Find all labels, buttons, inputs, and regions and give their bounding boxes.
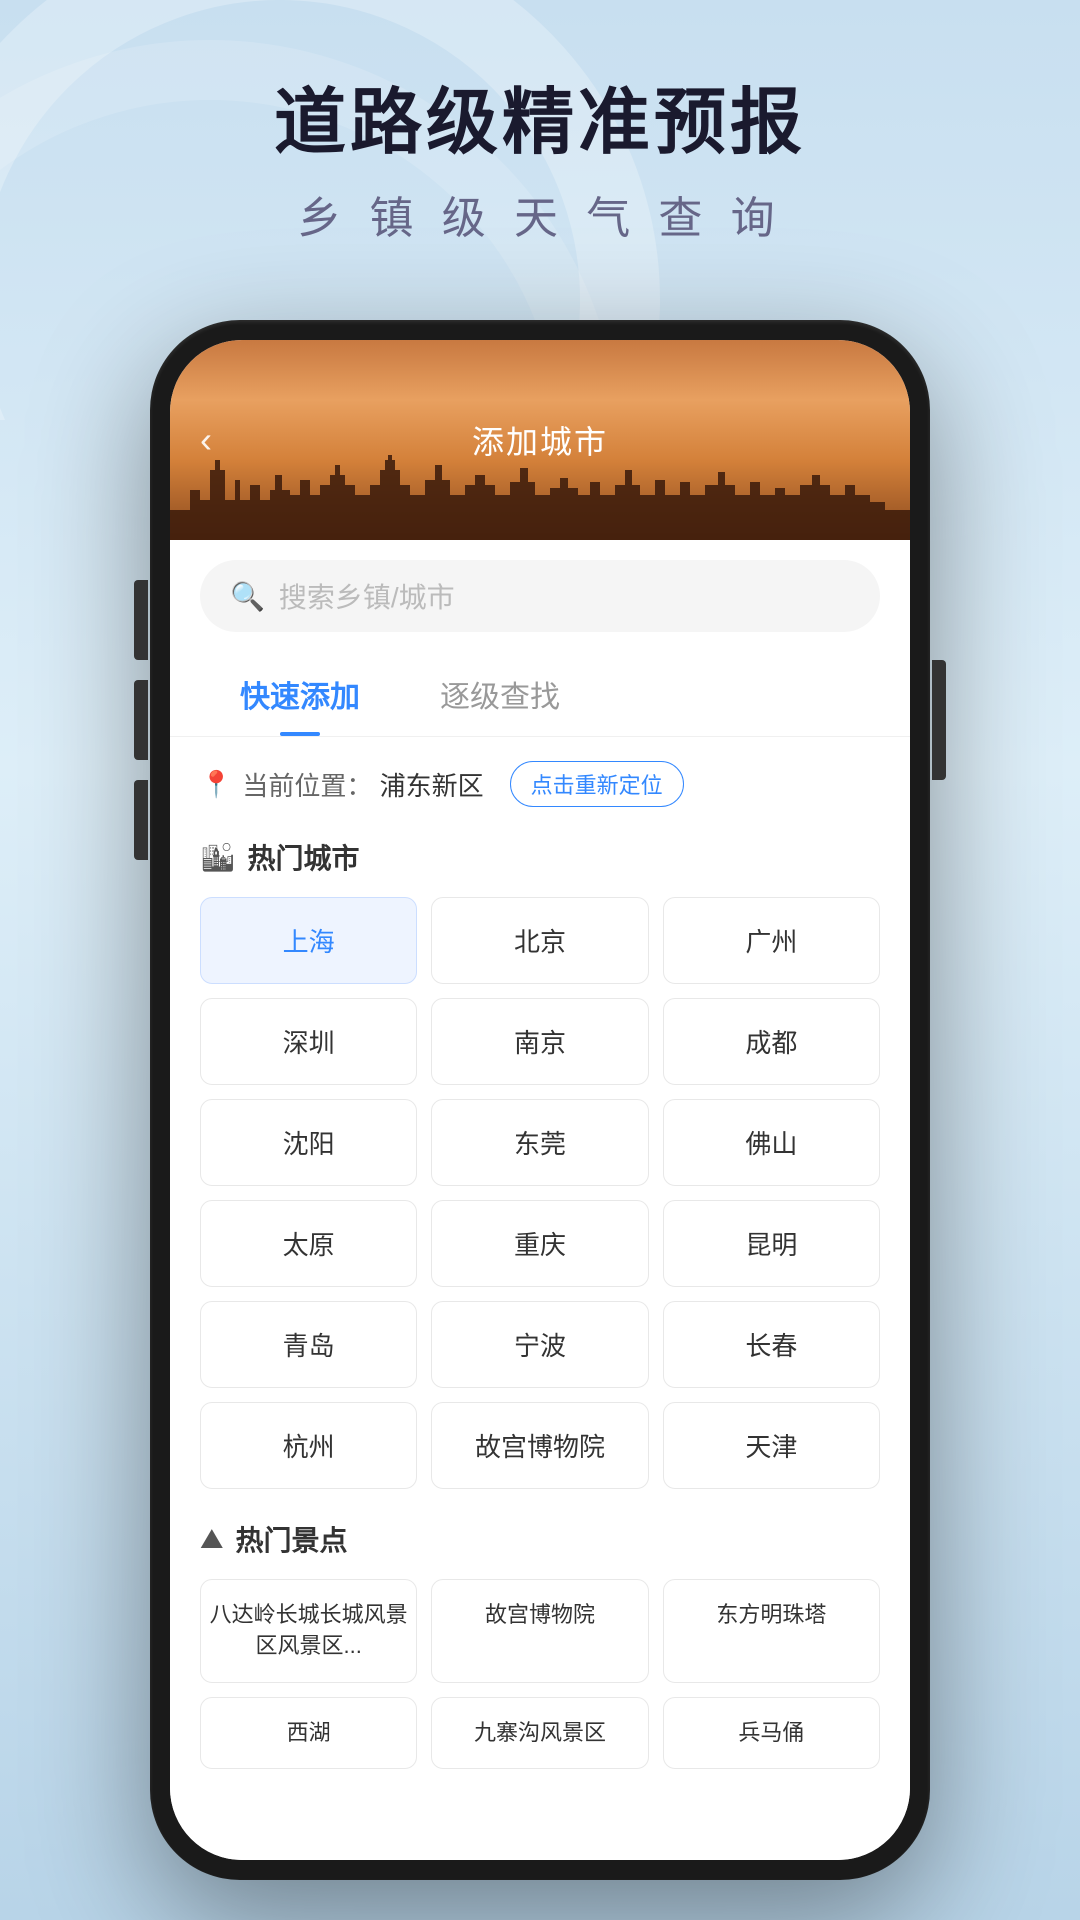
- main-title: 道路级精准预报: [0, 80, 1080, 166]
- relocate-button[interactable]: 点击重新定位: [510, 761, 684, 807]
- attraction-btn-orientalpearl[interactable]: 东方明珠塔: [663, 1579, 880, 1683]
- back-button[interactable]: ‹: [200, 419, 212, 461]
- search-bar[interactable]: 🔍 搜索乡镇/城市: [200, 560, 880, 632]
- hot-cities-header: 🏙 热门城市: [200, 837, 880, 877]
- city-btn-kunming[interactable]: 昆明: [663, 1200, 880, 1287]
- city-btn-ningbo[interactable]: 宁波: [431, 1301, 648, 1388]
- page-header: 道路级精准预报 乡 镇 级 天 气 查 询: [0, 0, 1080, 246]
- search-icon: 🔍: [230, 580, 265, 613]
- city-btn-nanjing[interactable]: 南京: [431, 998, 648, 1085]
- city-grid: 上海 北京 广州 深圳 南京 成都 沈阳 东莞 佛山 太原 重庆 昆明 青岛 宁…: [200, 897, 880, 1489]
- tab-quick-add[interactable]: 快速添加: [200, 652, 400, 736]
- city-btn-tianjin[interactable]: 天津: [663, 1402, 880, 1489]
- city-btn-guangzhou[interactable]: 广州: [663, 897, 880, 984]
- location-pin-icon: 📍: [200, 769, 232, 800]
- location-row: 📍 当前位置： 浦东新区 点击重新定位: [200, 761, 880, 807]
- hot-attractions-section: ⛰ 热门景点 八达岭长城长城风景区风景区... 故宫博物院 东方明珠塔 西湖 九…: [200, 1519, 880, 1769]
- city-btn-shenzhen[interactable]: 深圳: [200, 998, 417, 1085]
- skyline-svg: [170, 440, 910, 540]
- city-btn-hangzhou[interactable]: 杭州: [200, 1402, 417, 1489]
- attraction-btn-westlake[interactable]: 西湖: [200, 1697, 417, 1770]
- hot-attractions-title: 热门景点: [236, 1519, 348, 1559]
- phone-frame: ‹ 添加城市 🔍 搜索乡镇/城市 快速添加 逐级查找: [150, 320, 930, 1880]
- city-btn-taiyuan[interactable]: 太原: [200, 1200, 417, 1287]
- main-subtitle: 乡 镇 级 天 气 查 询: [0, 182, 1080, 246]
- tab-browse[interactable]: 逐级查找: [400, 652, 600, 736]
- city-btn-chengdu[interactable]: 成都: [663, 998, 880, 1085]
- attraction-btn-badaling[interactable]: 八达岭长城长城风景区风景区...: [200, 1579, 417, 1683]
- city-btn-dongguan[interactable]: 东莞: [431, 1099, 648, 1186]
- tabs-container: 快速添加 逐级查找: [170, 652, 910, 737]
- attraction-btn-jiuzhaigou[interactable]: 九寨沟风景区: [431, 1697, 648, 1770]
- city-btn-beijing[interactable]: 北京: [431, 897, 648, 984]
- attraction-btn-gugong[interactable]: 故宫博物院: [431, 1579, 648, 1683]
- hot-attractions-header: ⛰ 热门景点: [200, 1519, 880, 1559]
- mountain-icon: ⛰: [200, 1523, 224, 1556]
- city-btn-gugong[interactable]: 故宫博物院: [431, 1402, 648, 1489]
- attraction-grid: 八达岭长城长城风景区风景区... 故宫博物院 东方明珠塔 西湖 九寨沟风景区 兵…: [200, 1579, 880, 1769]
- city-btn-changchun[interactable]: 长春: [663, 1301, 880, 1388]
- app-header: ‹ 添加城市: [170, 340, 910, 540]
- city-btn-shenyang[interactable]: 沈阳: [200, 1099, 417, 1186]
- phone-screen: ‹ 添加城市 🔍 搜索乡镇/城市 快速添加 逐级查找: [170, 340, 910, 1860]
- city-btn-chongqing[interactable]: 重庆: [431, 1200, 648, 1287]
- search-container: 🔍 搜索乡镇/城市: [170, 540, 910, 652]
- phone-mockup: ‹ 添加城市 🔍 搜索乡镇/城市 快速添加 逐级查找: [150, 320, 930, 1880]
- city-icon: 🏙: [200, 841, 236, 874]
- search-placeholder: 搜索乡镇/城市: [279, 576, 850, 616]
- location-label: 当前位置： 浦东新区: [242, 766, 483, 803]
- city-btn-foshan[interactable]: 佛山: [663, 1099, 880, 1186]
- city-btn-qingdao[interactable]: 青岛: [200, 1301, 417, 1388]
- attraction-btn-terracotta[interactable]: 兵马俑: [663, 1697, 880, 1770]
- hot-cities-title: 热门城市: [248, 837, 360, 877]
- city-btn-shanghai[interactable]: 上海: [200, 897, 417, 984]
- content-area: 📍 当前位置： 浦东新区 点击重新定位 🏙 热门城市 上海 北京 广州: [170, 737, 910, 1860]
